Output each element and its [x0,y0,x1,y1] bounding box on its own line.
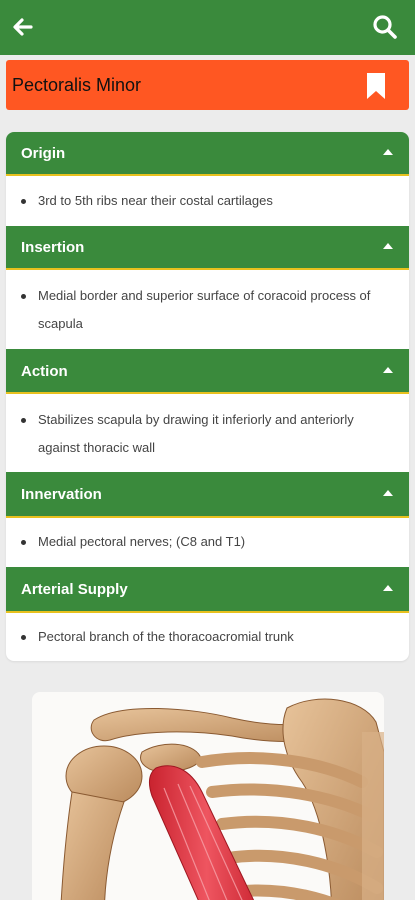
muscle-info-card: Origin 3rd to 5th ribs near their costal… [6,132,409,661]
section-header-insertion[interactable]: Insertion [6,226,409,270]
chevron-up-icon [383,243,393,249]
bookmark-icon [367,73,385,99]
section-header-arterial-supply[interactable]: Arterial Supply [6,567,409,613]
section-title: Arterial Supply [21,581,128,598]
chevron-up-icon [383,149,393,155]
chevron-up-icon [383,490,393,496]
section-text: Medial border and superior surface of co… [38,288,371,331]
muscle-title-bar: Pectoralis Minor [6,60,409,110]
chevron-up-icon [383,585,393,591]
arrow-left-icon [13,18,33,36]
section-text: Pectoral branch of the thoracoacromial t… [38,629,294,644]
section-header-innervation[interactable]: Innervation [6,472,409,518]
section-title: Action [21,363,68,380]
section-body-innervation: Medial pectoral nerves; (C8 and T1) [6,518,409,567]
bookmark-button[interactable] [365,72,387,100]
bullet-icon [21,540,26,545]
anatomy-illustration [32,692,384,900]
section-text: Medial pectoral nerves; (C8 and T1) [38,534,246,549]
section-header-origin[interactable]: Origin [6,132,409,176]
shoulder-anatomy-illustration [60,698,384,900]
page-title: Pectoralis Minor [12,75,142,95]
back-button[interactable] [9,13,37,41]
search-icon [373,15,397,39]
section-text: 3rd to 5th ribs near their costal cartil… [38,193,273,208]
bullet-icon [21,294,26,299]
section-body-arterial-supply: Pectoral branch of the thoracoacromial t… [6,613,409,661]
section-title: Insertion [21,239,85,256]
section-title: Origin [21,145,66,162]
section-body-insertion: Medial border and superior surface of co… [6,270,409,349]
section-title: Innervation [21,486,102,503]
section-body-origin: 3rd to 5th ribs near their costal cartil… [6,176,409,226]
bullet-icon [21,635,26,640]
section-body-action: Stabilizes scapula by drawing it inferio… [6,394,409,472]
bullet-icon [21,199,26,204]
chevron-up-icon [383,367,393,373]
section-text: Stabilizes scapula by drawing it inferio… [38,412,354,455]
search-button[interactable] [371,13,399,41]
section-header-action[interactable]: Action [6,349,409,394]
app-bar [0,0,415,55]
bullet-icon [21,418,26,423]
